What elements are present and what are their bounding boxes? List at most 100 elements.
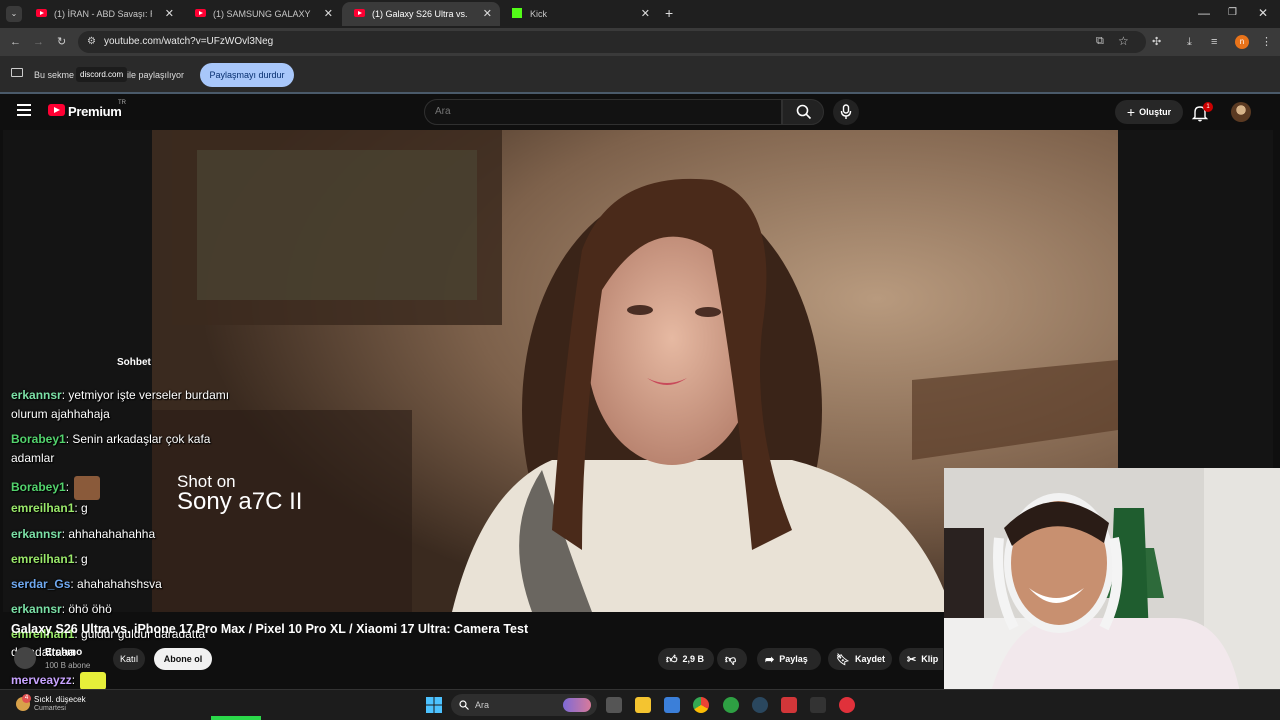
back-icon[interactable]: ← (10, 35, 21, 49)
install-app-icon[interactable]: ⧉ (1096, 35, 1104, 48)
bookmark-icon: 🔖︎ (836, 653, 850, 666)
media-control-icon[interactable]: ≡ (1211, 35, 1217, 49)
tab-kick[interactable]: Kick ✕ (500, 2, 658, 26)
task-view-icon[interactable] (606, 697, 622, 713)
search-input[interactable] (435, 106, 735, 117)
share-button[interactable]: ➦ Paylaş (757, 648, 821, 670)
microphone-icon (840, 104, 852, 119)
tab-galaxy-vs-iphone[interactable]: (1) Galaxy S26 Ultra vs. iPhon... ✕ (342, 2, 500, 26)
bookmark-star-icon[interactable]: ☆ (1118, 34, 1129, 48)
youtube-premium-label[interactable]: Premium (68, 104, 122, 119)
chat-emote-icon (80, 672, 107, 690)
chat-username[interactable]: erkannsr (11, 388, 62, 402)
search-box[interactable] (424, 99, 782, 125)
steam-icon[interactable] (752, 697, 768, 713)
menu-kebab-icon[interactable]: ⋮ (1261, 35, 1272, 49)
xbox-icon[interactable] (723, 697, 739, 713)
close-window-icon[interactable]: ✕ (1258, 6, 1268, 20)
search-highlight-icon (563, 698, 591, 712)
chat-text: yetmiyor işte verseler burdamı (68, 388, 230, 402)
notification-badge: 1 (1203, 102, 1213, 112)
tab-iran-abd[interactable]: (1) İRAN - ABD Savaşı: Rejim Ç... ✕ (24, 2, 182, 26)
windows-start-icon[interactable] (426, 697, 442, 713)
riot-client-icon[interactable] (781, 697, 797, 713)
share-domain-chip: discord.com (76, 67, 128, 82)
chrome-icon[interactable] (693, 697, 709, 713)
subscriber-count: 100 B abone (45, 661, 91, 670)
search-icon (796, 104, 812, 120)
chat-message: serdar_Gs: ahahahahshsva (11, 577, 162, 591)
clip-button[interactable]: ✂ Klip (899, 648, 943, 670)
extensions-icon[interactable]: ✣ (1152, 35, 1161, 49)
chat-username[interactable]: erkannsr (11, 602, 62, 616)
address-bar[interactable]: ⚙ youtube.com/watch?v=UFzWOvl3Neg ⧉ ☆ (78, 31, 1146, 53)
file-explorer-icon[interactable] (635, 697, 651, 713)
chat-message: merveayzz: (11, 672, 107, 690)
join-button[interactable]: Katıl (113, 648, 145, 670)
share-text-after: ile paylaşılıyor (127, 70, 185, 80)
chat-username[interactable]: emreilhan1 (11, 501, 74, 515)
restore-icon[interactable]: ❐ (1228, 7, 1237, 18)
dislike-button[interactable]: 👎︎ (717, 648, 747, 670)
channel-avatar[interactable] (14, 647, 36, 669)
new-tab-button[interactable]: + (665, 5, 673, 21)
hamburger-menu-icon[interactable] (17, 104, 31, 116)
tab-sharing-bar: Bu sekme discord.com ile paylaşılıyor Pa… (0, 56, 1280, 94)
tab-samsung-galaxy[interactable]: (1) SAMSUNG GALAXY S26 ULT... ✕ (183, 2, 341, 26)
chat-text: g (81, 552, 88, 566)
epic-games-icon[interactable] (810, 697, 826, 713)
close-tab-icon[interactable]: ✕ (165, 7, 174, 20)
chat-username[interactable]: emreilhan1 (11, 552, 74, 566)
profile-avatar[interactable]: n (1235, 35, 1249, 49)
site-info-icon[interactable]: ⚙ (87, 36, 96, 47)
youtube-favicon-icon (354, 9, 365, 17)
account-avatar[interactable] (1231, 102, 1251, 122)
taskbar-search-label: Ara (475, 700, 490, 710)
status-strip (211, 716, 261, 720)
recording-app-icon[interactable] (839, 697, 855, 713)
taskbar-search[interactable]: Ara (451, 694, 597, 716)
kick-favicon-icon (512, 8, 522, 18)
chat-username[interactable]: merveayzz (11, 673, 72, 687)
video-overlay-camera-model: Sony a7C II (177, 488, 303, 515)
downloads-icon[interactable]: ⤓ (1187, 35, 1192, 49)
search-button[interactable] (782, 99, 824, 125)
voice-search-button[interactable] (833, 99, 859, 125)
video-title: Galaxy S26 Ultra vs. iPhone 17 Pro Max /… (11, 622, 529, 636)
chat-colon: : (71, 673, 79, 688)
chat-username[interactable]: Borabey1 (11, 480, 66, 494)
share-arrow-icon: ➦ (765, 653, 775, 666)
youtube-logo-icon[interactable] (48, 104, 65, 116)
webcam-image (944, 468, 1280, 720)
share-text-before: Bu sekme (34, 70, 75, 80)
channel-name[interactable]: Erchmo (45, 647, 82, 658)
close-tab-icon[interactable]: ✕ (641, 7, 650, 20)
save-button[interactable]: 🔖︎ Kaydet (828, 648, 892, 670)
close-tab-icon[interactable]: ✕ (483, 7, 492, 20)
chat-message: erkannsr: yetmiyor işte verseler burdamı (11, 388, 229, 402)
chat-text: Senin arkadaşlar çok kafa (72, 432, 211, 446)
chat-username[interactable]: serdar_Gs (11, 577, 70, 591)
chat-username[interactable]: erkannsr (11, 527, 62, 541)
chat-username[interactable]: Borabey1 (11, 432, 66, 446)
like-button[interactable]: 👍︎ 2,9 B (658, 648, 714, 670)
webcam-overlay (944, 468, 1280, 720)
plus-icon: + (1126, 104, 1136, 120)
chat-message: Borabey1: Senin arkadaşlar çok kafa (11, 432, 210, 446)
weather-text: Sıckl. düşecek (34, 695, 86, 704)
tab-search-button[interactable]: ⌄ (6, 6, 22, 22)
chat-emote-icon (74, 476, 101, 500)
subscribe-button[interactable]: Abone ol (154, 648, 212, 670)
create-button[interactable]: + Oluştur (1115, 100, 1183, 124)
share-label: Paylaş (779, 654, 808, 664)
chat-text: ahahahahshsva (77, 577, 162, 591)
minimize-icon[interactable]: — (1198, 6, 1210, 20)
close-tab-icon[interactable]: ✕ (324, 7, 333, 20)
chat-text: adamlar (11, 451, 55, 465)
stop-sharing-button[interactable]: Paylaşmayı durdur (200, 63, 294, 87)
microsoft-store-icon[interactable] (664, 697, 680, 713)
browser-tab-strip: ⌄ (1) İRAN - ABD Savaşı: Rejim Ç... ✕ (1… (0, 0, 1280, 28)
chat-message: adamlar (11, 451, 54, 465)
reload-icon[interactable]: ↻ (57, 35, 66, 49)
forward-icon[interactable]: → (33, 35, 44, 49)
